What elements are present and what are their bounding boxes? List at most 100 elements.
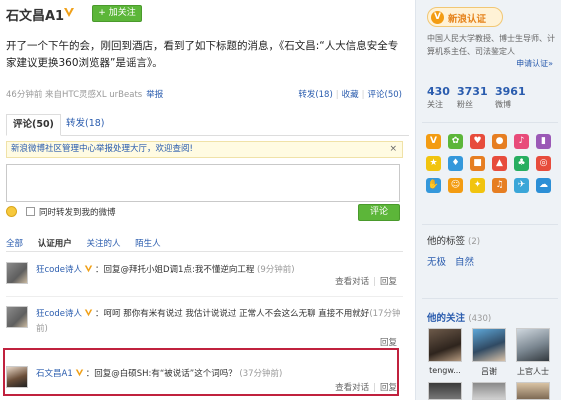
repost-checkbox[interactable]: [26, 207, 35, 216]
tag-item[interactable]: 自然: [455, 257, 474, 268]
verified-v-icon: [64, 8, 74, 17]
verified-v-icon: V: [431, 11, 444, 24]
medal-bird-icon[interactable]: ✈: [514, 178, 529, 193]
medal-chart-icon[interactable]: ▮: [536, 134, 551, 149]
comment-user[interactable]: 狂code诗人: [36, 265, 82, 275]
reply-link[interactable]: 回复: [380, 383, 397, 393]
post-actions: 转发(18) | 收藏 | 评论(50): [298, 90, 402, 100]
filter-verified[interactable]: 认证用户: [38, 239, 72, 249]
sidebar: V 新浪认证 中国人民大学教授、博士生导师、计算机系主任、司法鉴定人 申请认证»…: [415, 0, 561, 400]
divider: [422, 224, 558, 225]
filter-all[interactable]: 全部: [6, 239, 23, 249]
repost-link[interactable]: 转发(18): [298, 90, 332, 100]
view-dialog-link[interactable]: 查看对话: [335, 383, 369, 393]
stat-number: 3731: [457, 85, 488, 98]
divider: [6, 251, 403, 252]
comment-time: (9分钟前): [257, 265, 295, 275]
comment-body: 石文昌A1 ：回复@白硕SH:有“被说话”这个词吗？ (37分钟前): [36, 367, 402, 382]
medal-cloud-icon[interactable]: ☁: [536, 178, 551, 193]
medal-face-icon[interactable]: ☺: [448, 178, 463, 193]
view-dialog-link[interactable]: 查看对话: [335, 277, 369, 287]
close-icon[interactable]: ×: [389, 142, 397, 157]
repost-checkbox-label: 同时转发到我的微博: [39, 208, 116, 218]
notice-text[interactable]: 新浪微博社区管理中心举报处理大厅，欢迎查阅!: [11, 144, 193, 154]
avatar[interactable]: [472, 382, 506, 400]
avatar[interactable]: [6, 306, 28, 328]
medal-heart-icon[interactable]: ♥: [470, 134, 485, 149]
comment-actions: 查看对话 | 回复: [335, 277, 397, 287]
apply-verify-link[interactable]: 申请认证»: [516, 58, 553, 69]
stat-following[interactable]: 430 关注: [427, 85, 450, 110]
avatar[interactable]: [516, 328, 550, 362]
tab-comments[interactable]: 评论(50): [6, 114, 61, 136]
comment-user[interactable]: 狂code诗人: [36, 309, 82, 319]
main-column: 石文昌A1 + 加关注 开了一个下午的会，刚回到酒店，看到了如下标题的消息，《石…: [0, 0, 415, 400]
medal-gift-icon[interactable]: ■: [470, 156, 485, 171]
avatar[interactable]: [516, 382, 550, 400]
post-source: 46分钟前 来自HTC灵感XL urBeats: [6, 90, 143, 100]
avatar[interactable]: [472, 328, 506, 362]
comment-link[interactable]: 评论(50): [368, 90, 402, 100]
avatar[interactable]: [428, 382, 462, 400]
medal-flag-icon[interactable]: ▲: [492, 156, 507, 171]
tags-count: (2): [468, 237, 481, 247]
verified-v-icon: [84, 309, 93, 317]
profile-name[interactable]: 石文昌A1: [6, 5, 64, 24]
verify-label: 新浪认证: [448, 14, 487, 25]
medal-mic-icon[interactable]: ♪: [514, 134, 529, 149]
medal-tree-icon[interactable]: ♣: [514, 156, 529, 171]
stat-label: 粉丝: [457, 100, 473, 109]
tag-list: 无极 自然: [427, 254, 480, 268]
comment-user[interactable]: 石文昌A1: [36, 369, 73, 379]
avatar[interactable]: [428, 328, 462, 362]
weibo-page: 石文昌A1 + 加关注 开了一个下午的会，刚回到酒店，看到了如下标题的消息，《石…: [0, 0, 561, 400]
medal-bulb-icon[interactable]: ✦: [470, 178, 485, 193]
submit-comment-button[interactable]: 评论: [358, 204, 400, 221]
divider: [6, 296, 403, 297]
following-name[interactable]: 吕谢: [467, 366, 511, 377]
report-link[interactable]: 举报: [146, 90, 163, 100]
verify-description: 中国人民大学教授、博士生导师、计算机系主任、司法鉴定人: [427, 34, 555, 56]
stat-followers[interactable]: 3731 粉丝: [457, 85, 488, 110]
stat-number: 3961: [495, 85, 526, 98]
emoji-icon[interactable]: [6, 206, 17, 217]
reply-link[interactable]: 回复: [380, 277, 397, 287]
stat-posts[interactable]: 3961 微博: [495, 85, 526, 110]
avatar[interactable]: [6, 366, 28, 388]
tags-heading: 他的标签 (2): [427, 233, 480, 247]
divider: [422, 298, 558, 299]
reply-link[interactable]: 回复: [380, 338, 397, 348]
medal-cup-icon[interactable]: ♦: [448, 156, 463, 171]
notice-bar: 新浪微博社区管理中心举报处理大厅，欢迎查阅! ×: [6, 141, 403, 158]
stat-label: 关注: [427, 100, 443, 109]
tag-item[interactable]: 无极: [427, 257, 446, 268]
medal-leaf-icon[interactable]: ✿: [448, 134, 463, 149]
medal-star-icon[interactable]: ★: [426, 156, 441, 171]
medal-pin-icon[interactable]: ●: [492, 134, 507, 149]
post-text: 开了一个下午的会，刚回到酒店，看到了如下标题的消息，《石文昌:“人大信息安全专家…: [6, 40, 399, 69]
comment-text: ：回复@拜托小姐D调1点:我不懂逆向工程: [95, 265, 255, 275]
comment-text: ：呵呵 那你有米有说过 我估计说说过 正常人不会这么无聊 直接不用就好: [95, 309, 370, 319]
medal-note-icon[interactable]: ♫: [492, 178, 507, 193]
comment-actions: 查看对话 | 回复: [335, 383, 397, 393]
medal-hand-icon[interactable]: ✋: [426, 178, 441, 193]
stat-label: 微博: [495, 100, 511, 109]
comment-text: ：回复@白硕SH:有“被说话”这个词吗？: [85, 369, 237, 379]
medal-v-icon[interactable]: V: [426, 134, 441, 149]
tab-reposts[interactable]: 转发(18): [60, 114, 111, 136]
favorite-link[interactable]: 收藏: [342, 90, 359, 100]
following-heading: 他的关注 (430): [427, 310, 491, 324]
filter-strangers[interactable]: 陌生人: [135, 239, 161, 249]
filter-following[interactable]: 关注的人: [86, 239, 120, 249]
verified-v-icon: [75, 369, 83, 377]
following-name[interactable]: 上官人士: [511, 366, 555, 377]
medal-ring-icon[interactable]: ◎: [536, 156, 551, 171]
comment-body: 狂code诗人 ：呵呵 那你有米有说过 我估计说说过 正常人不会这么无聊 直接不用…: [36, 307, 402, 337]
verify-badge[interactable]: V 新浪认证: [427, 7, 503, 27]
follow-button[interactable]: + 加关注: [92, 5, 142, 22]
following-name[interactable]: tengw...: [423, 366, 467, 375]
avatar[interactable]: [6, 262, 28, 284]
following-title[interactable]: 他的关注: [427, 313, 465, 324]
comment-input[interactable]: [6, 164, 400, 202]
comment-tabs: 评论(50) 转发(18): [6, 114, 409, 136]
